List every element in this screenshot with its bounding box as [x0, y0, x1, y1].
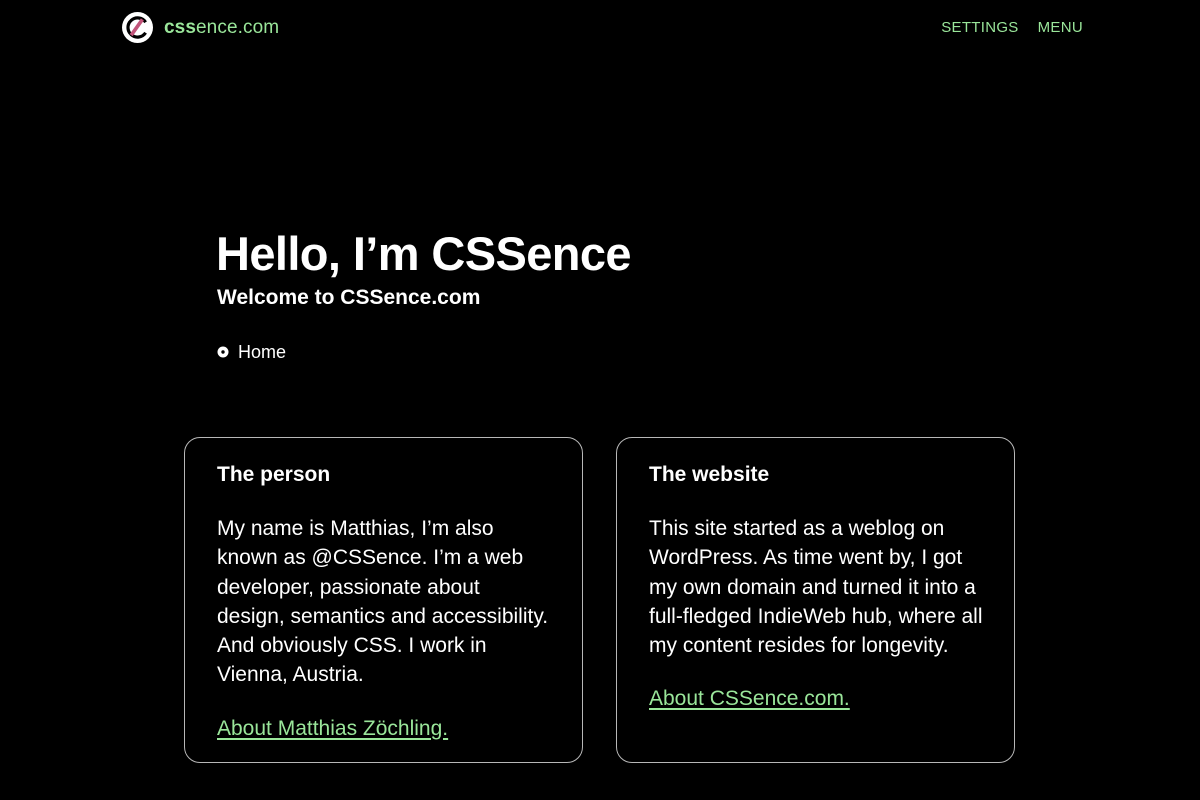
page-subtitle: Welcome to CSSence.com — [217, 286, 481, 309]
bullet-icon — [217, 346, 229, 358]
logo-text-bold: css — [164, 17, 197, 38]
card-title: The person — [217, 463, 331, 486]
card-person: The person My name is Matthias, I’m also… — [184, 437, 583, 763]
about-person-link[interactable]: About Matthias Zöchling. — [217, 714, 448, 743]
logo-text-rest: ence.com — [196, 17, 280, 38]
page: cssence.com SETTINGS MENU Hello, I’m CSS… — [0, 0, 1200, 800]
site-header: cssence.com SETTINGS MENU — [0, 0, 1200, 58]
logo-text: cssence.com — [164, 12, 279, 43]
page-title: Hello, I’m CSSence — [216, 227, 632, 280]
card-text: This site started as a weblog on WordPre… — [649, 517, 983, 658]
menu-link[interactable]: MENU — [1038, 19, 1083, 36]
card-website: The website This site started as a weblo… — [616, 437, 1015, 763]
settings-link[interactable]: SETTINGS — [941, 19, 1018, 36]
site-logo-link[interactable]: cssence.com — [122, 12, 279, 43]
cssence-logo-icon — [122, 12, 153, 43]
breadcrumb: Home — [217, 340, 286, 364]
card-title: The website — [649, 463, 770, 486]
about-website-link[interactable]: About CSSence.com. — [649, 684, 850, 713]
card-text: My name is Matthias, I’m also known as @… — [217, 517, 549, 687]
breadcrumb-item-home: Home — [238, 342, 287, 362]
header-nav: SETTINGS MENU — [941, 19, 1083, 36]
